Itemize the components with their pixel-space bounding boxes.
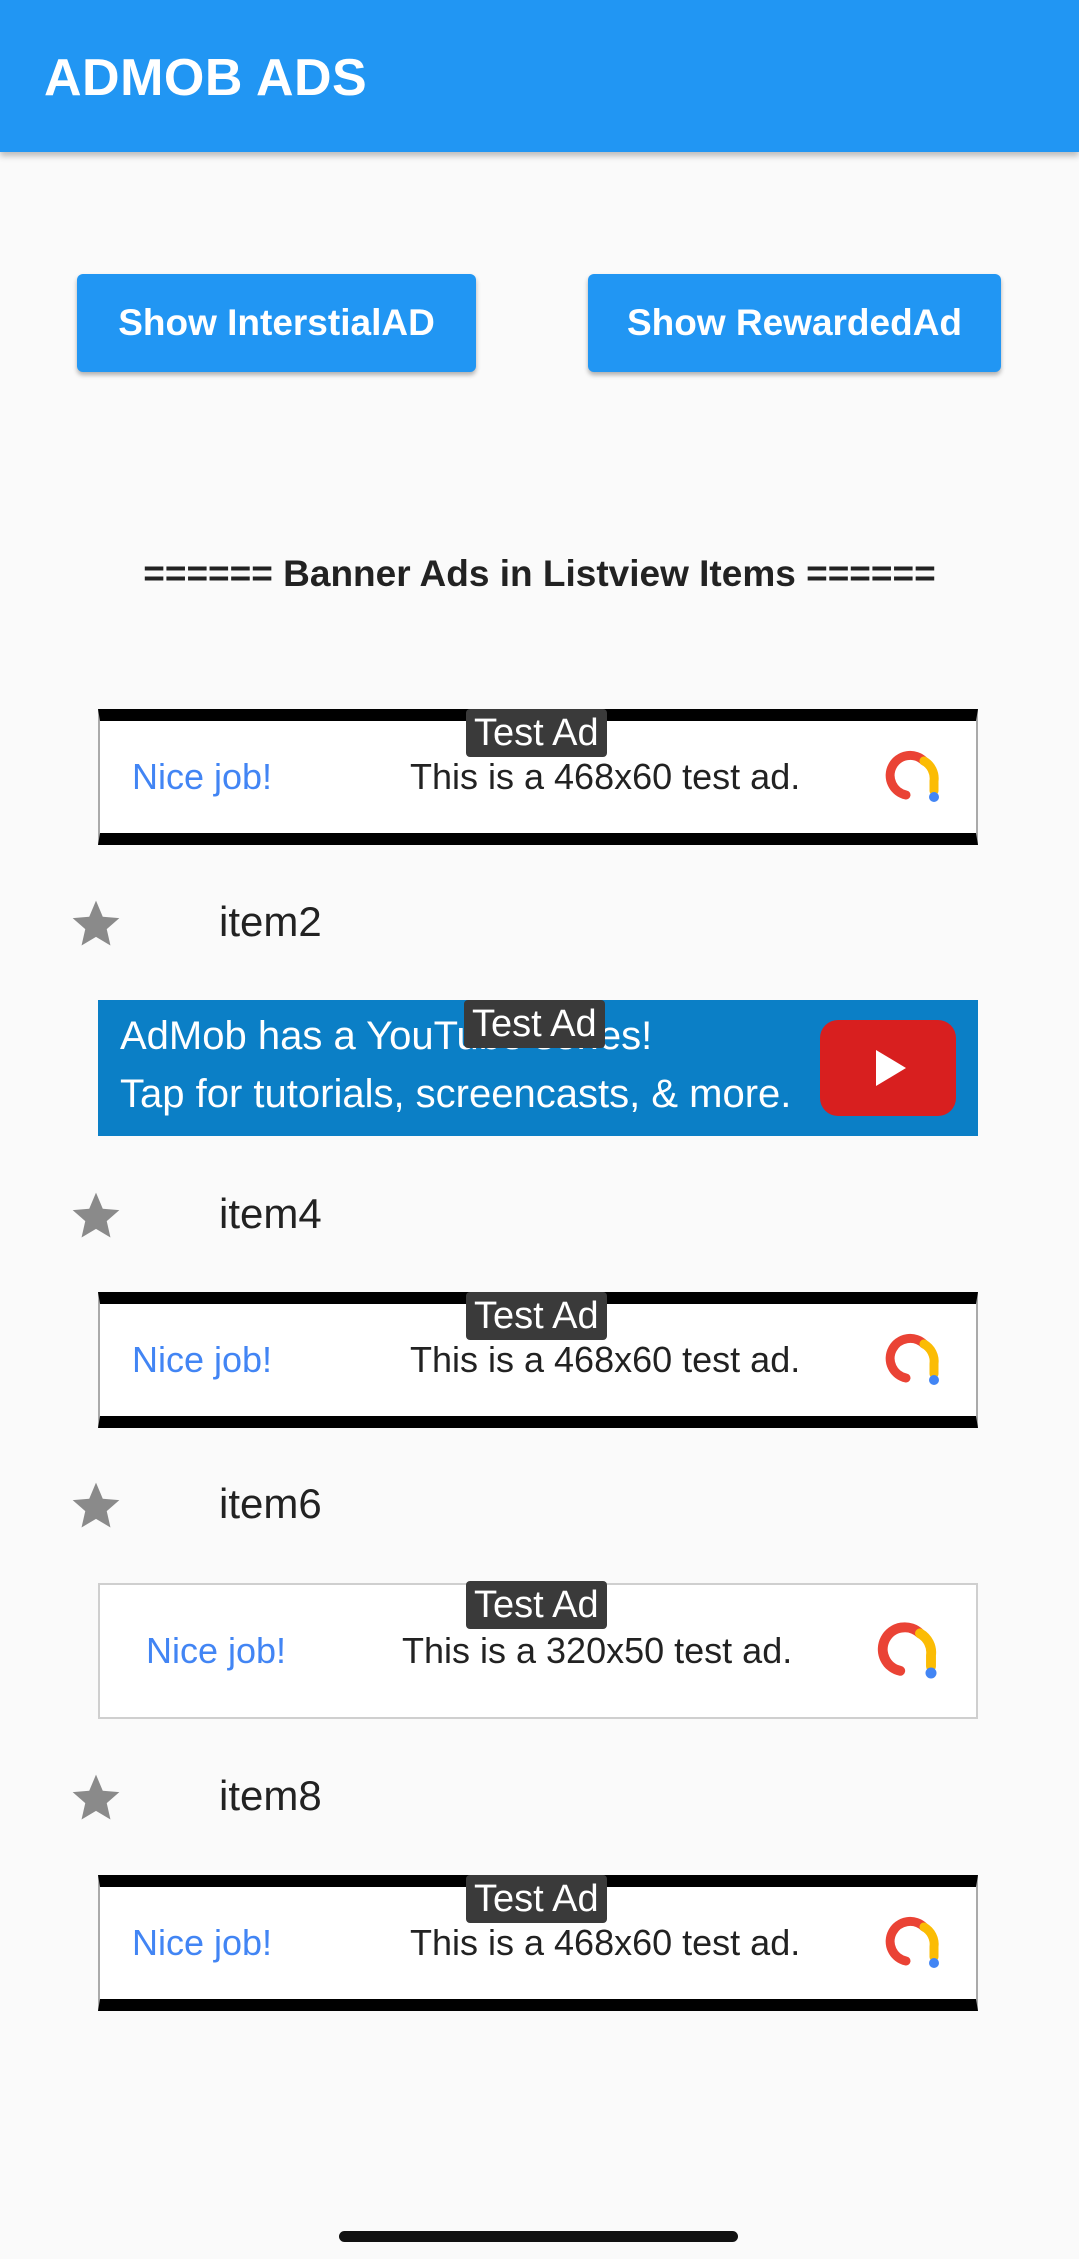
item-label: item6 — [219, 1480, 322, 1527]
app-bar: ADMOB ADS — [0, 0, 1079, 152]
ad-line-2: Tap for tutorials, screencasts, & more. — [120, 1072, 792, 1116]
list-item[interactable]: item8 — [0, 1752, 1079, 1842]
ad-headline: Nice job! — [132, 1922, 273, 1963]
ad-headline: Nice job! — [132, 756, 273, 797]
youtube-play-icon — [820, 1020, 956, 1116]
ad-headline: Nice job! — [132, 1339, 273, 1380]
ad-text: This is a 468x60 test ad. — [410, 756, 801, 797]
admob-logo-icon — [885, 1333, 939, 1385]
ad-text: This is a 320x50 test ad. — [402, 1630, 793, 1671]
star-icon — [72, 1482, 120, 1528]
ad-text: This is a 468x60 test ad. — [410, 1922, 801, 1963]
app-title: ADMOB ADS — [44, 49, 368, 107]
admob-logo-icon — [877, 1622, 937, 1679]
test-ad-badge: Test Ad — [466, 1875, 607, 1923]
banner-ad-5[interactable]: Test Ad Nice job! This is a 468x60 test … — [98, 1875, 978, 2011]
banner-ad-2[interactable]: Test Ad AdMob has a YouTube series! Tap … — [98, 1000, 978, 1136]
banner-ad-3[interactable]: Test Ad Nice job! This is a 468x60 test … — [98, 1292, 978, 1428]
gesture-nav-bar[interactable] — [339, 2231, 738, 2242]
item-label: item2 — [219, 898, 322, 945]
admob-logo-icon — [885, 1916, 939, 1968]
section-title: ====== Banner Ads in Listview Items ====… — [143, 553, 936, 594]
item-label: item8 — [219, 1772, 322, 1819]
list-item[interactable]: item4 — [0, 1170, 1079, 1260]
test-ad-badge: Test Ad — [464, 1000, 605, 1048]
banner-ad-4[interactable]: Test Ad Nice job! This is a 320x50 test … — [98, 1581, 978, 1719]
star-icon — [72, 1192, 120, 1238]
test-ad-badge: Test Ad — [466, 1581, 607, 1629]
item-label: item4 — [219, 1190, 322, 1237]
list-item[interactable]: item6 — [0, 1460, 1079, 1550]
show-interstitial-ad-button[interactable]: Show InterstialAD — [77, 274, 476, 372]
ad-headline: Nice job! — [146, 1630, 287, 1671]
list-item[interactable]: item2 — [0, 878, 1079, 968]
test-ad-badge: Test Ad — [466, 1292, 607, 1340]
star-icon — [72, 900, 120, 946]
star-icon — [72, 1774, 120, 1820]
test-ad-badge: Test Ad — [466, 709, 607, 757]
show-rewarded-ad-button[interactable]: Show RewardedAd — [588, 274, 1001, 372]
admob-logo-icon — [885, 750, 939, 802]
ad-text: This is a 468x60 test ad. — [410, 1339, 801, 1380]
banner-ad-1[interactable]: Test Ad Nice job! This is a 468x60 test … — [98, 709, 978, 845]
